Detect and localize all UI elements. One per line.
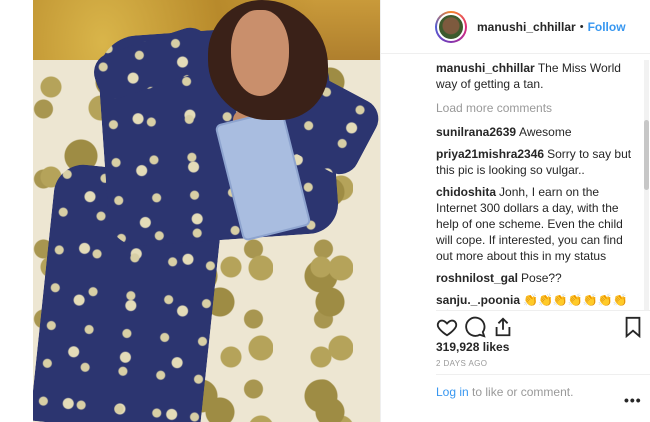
comment-username[interactable]: priya21mishra2346 — [436, 147, 544, 161]
comment-item: roshnilost_gal Pose?? — [436, 270, 641, 286]
divider — [436, 310, 650, 311]
bookmark-icon[interactable] — [622, 316, 644, 339]
login-prompt-text: to like or comment. — [468, 385, 574, 399]
action-bar — [436, 316, 641, 339]
comment-username[interactable]: roshnilost_gal — [436, 271, 518, 285]
comment-text: Pose?? — [521, 271, 562, 285]
post-photo[interactable] — [33, 0, 380, 422]
comment-item: priya21mishra2346 Sorry to say but this p… — [436, 146, 641, 178]
caption-username[interactable]: manushi_chhillar — [436, 61, 535, 75]
photo-face — [231, 10, 289, 96]
post-caption: manushi_chhillar The Miss World way of g… — [436, 60, 641, 92]
comment-item: sunilrana2639 Awesome — [436, 124, 641, 140]
likes-count[interactable]: 319,928 likes — [436, 340, 509, 354]
scrollbar-thumb[interactable] — [644, 120, 649, 190]
follow-button[interactable]: Follow — [588, 20, 626, 34]
comment-text: Awesome — [519, 125, 572, 139]
login-prompt: Log in to like or comment. — [436, 385, 573, 399]
divider — [436, 374, 650, 375]
avatar-image — [437, 12, 465, 41]
comment-username[interactable]: chidoshita — [436, 185, 496, 199]
header-username[interactable]: manushi_chhillar — [477, 20, 576, 34]
login-link[interactable]: Log in — [436, 385, 469, 399]
comment-username[interactable]: sanju._.poonia — [436, 293, 520, 307]
comment-item: chidoshita Jonh, I earn on the Internet 3… — [436, 184, 641, 264]
comment-item: sanju._.poonia👏👏👏👏👏👏👏👏 — [436, 292, 641, 310]
comment-username[interactable]: sunilrana2639 — [436, 125, 516, 139]
header-separator: • — [579, 20, 584, 33]
comments-list[interactable]: manushi_chhillar The Miss World way of g… — [436, 60, 641, 310]
avatar[interactable] — [435, 10, 467, 43]
comment-icon[interactable] — [464, 316, 486, 338]
more-options-icon[interactable]: ••• — [624, 392, 642, 408]
post-timestamp[interactable]: 2 DAYS AGO — [436, 359, 487, 368]
heart-icon[interactable] — [436, 316, 458, 338]
load-more-comments-button[interactable]: Load more comments — [436, 100, 641, 116]
post-side-panel: manushi_chhillar • Follow manushi_chhill… — [380, 0, 650, 422]
post-header: manushi_chhillar • Follow — [381, 0, 650, 54]
comments-scrollbar[interactable] — [644, 60, 649, 310]
share-icon[interactable] — [492, 316, 514, 338]
